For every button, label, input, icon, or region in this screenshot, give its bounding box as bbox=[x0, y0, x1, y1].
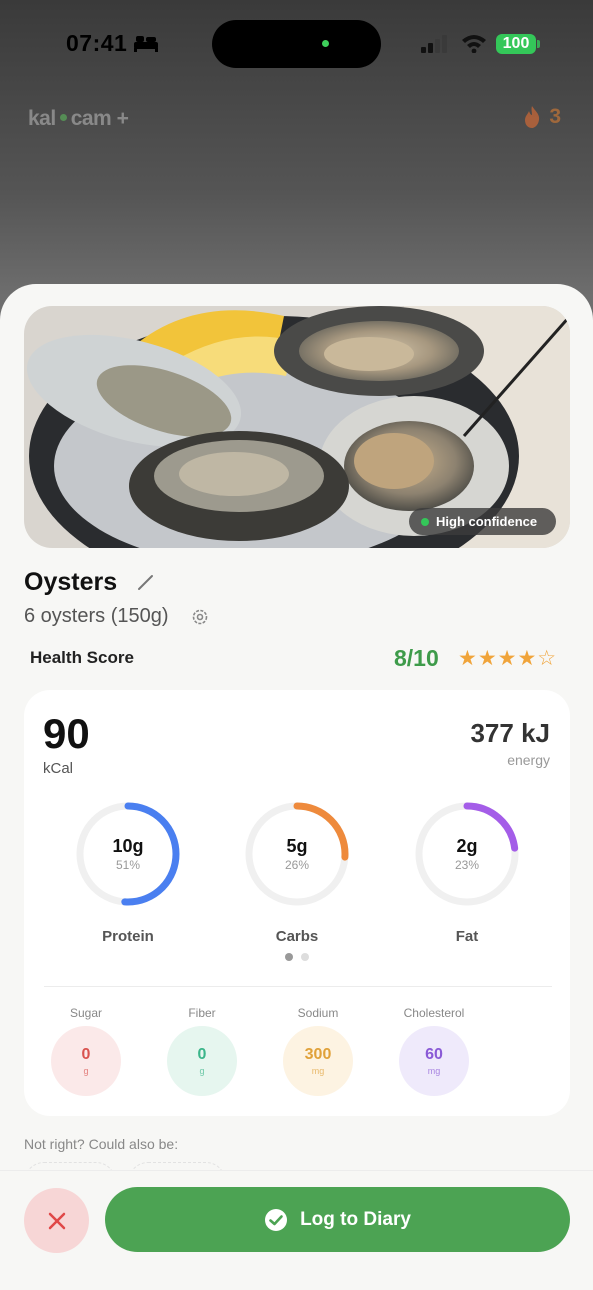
micronutrient-cholesterol: Cholesterol 60 mg bbox=[398, 1006, 470, 1096]
pencil-edit-icon[interactable] bbox=[136, 572, 156, 592]
micronutrient-badge: 60 mg bbox=[399, 1026, 469, 1096]
micronutrient-sodium: Sodium 300 mg bbox=[282, 1006, 354, 1096]
flame-icon bbox=[525, 106, 540, 128]
calories-value: 90 bbox=[43, 710, 90, 757]
log-to-diary-label: Log to Diary bbox=[300, 1208, 411, 1230]
food-name: Oysters bbox=[24, 568, 118, 596]
portion-size[interactable]: 6 oysters (150g) bbox=[24, 605, 169, 628]
micronutrient-unit: mg bbox=[427, 1066, 441, 1076]
alternatives-prompt: Not right? Could also be: bbox=[24, 1136, 179, 1152]
energy-label: energy bbox=[507, 752, 550, 768]
micronutrient-badge: 0g bbox=[51, 1026, 121, 1096]
calories-unit: kCal bbox=[43, 760, 74, 777]
micronutrient-badge: 0g bbox=[167, 1026, 237, 1096]
kilojoules-value: 377 kJ bbox=[470, 718, 550, 748]
brand-logo: kal cam + bbox=[28, 107, 129, 131]
pager-dot-2[interactable] bbox=[301, 953, 309, 961]
micronutrient-value: 60 bbox=[425, 1046, 443, 1063]
macro-value: 2g bbox=[456, 836, 478, 856]
status-bar: 07:41 100 bbox=[0, 0, 593, 90]
dismiss-button[interactable] bbox=[24, 1188, 89, 1253]
macro-value: 10g bbox=[112, 836, 144, 856]
micronutrient-unit: g bbox=[199, 1066, 205, 1076]
micronutrient-value: 0 bbox=[81, 1046, 91, 1063]
battery-indicator: 100 bbox=[496, 34, 536, 54]
macro-label: Protein bbox=[102, 928, 154, 945]
pager-dot-1[interactable] bbox=[285, 953, 293, 961]
app-header: kal cam + 3 bbox=[28, 105, 565, 135]
macro-label: Carbs bbox=[275, 928, 319, 945]
micronutrient-value: 0 bbox=[197, 1046, 207, 1063]
macro-ring-carbs: 5g 26% Carbs bbox=[243, 800, 351, 945]
rating-stars: ★★★★☆ bbox=[458, 647, 558, 670]
micronutrient-unit: g bbox=[83, 1066, 89, 1076]
confidence-dot bbox=[421, 517, 429, 526]
cellular-signal-icon bbox=[421, 35, 447, 53]
micronutrient-fiber: Fiber 0 g bbox=[166, 1006, 238, 1096]
nutrition-card: 90 kCal 377 kJ energy 10g 51% Protein 5g 26%… bbox=[24, 690, 570, 1116]
macro-ring-protein: 10g 51% Protein bbox=[74, 800, 182, 945]
gear-icon[interactable] bbox=[190, 607, 210, 627]
micronutrient-sugar: Sugar 0 g bbox=[50, 1006, 122, 1096]
macro-value: 5g bbox=[286, 836, 308, 856]
streak-count: 3 bbox=[549, 105, 561, 128]
card-divider bbox=[44, 986, 552, 987]
battery-cap bbox=[537, 40, 540, 48]
checkmark-circle-icon bbox=[265, 1208, 288, 1231]
micronutrient-label: Cholesterol bbox=[403, 1006, 465, 1020]
brand-left: kal bbox=[28, 107, 56, 130]
micronutrient-value: 300 bbox=[304, 1046, 332, 1063]
confidence-badge: High confidence bbox=[409, 508, 556, 535]
health-score-value: 8/10 bbox=[394, 645, 439, 671]
confidence-label: High confidence bbox=[436, 514, 538, 529]
log-to-diary-button[interactable]: Log to Diary bbox=[105, 1187, 570, 1252]
macro-percent: 23% bbox=[454, 858, 480, 872]
micronutrient-unit: mg bbox=[311, 1066, 325, 1076]
macro-percent: 26% bbox=[284, 858, 310, 872]
macro-ring-fat: 2g 23% Fat bbox=[413, 800, 521, 945]
streak-counter[interactable]: 3 bbox=[523, 105, 561, 129]
micronutrient-label: Fiber bbox=[188, 1006, 216, 1020]
micronutrient-label: Sodium bbox=[297, 1006, 339, 1020]
wifi-icon bbox=[462, 35, 486, 53]
micronutrient-label: Sugar bbox=[69, 1006, 103, 1020]
camera-indicator-dot bbox=[322, 40, 329, 47]
sleep-bed-icon bbox=[134, 36, 158, 52]
health-score-label: Health Score bbox=[30, 648, 134, 667]
close-icon bbox=[48, 1212, 65, 1229]
brand-right: cam + bbox=[70, 107, 129, 130]
macro-percent: 51% bbox=[115, 858, 141, 872]
brand-dot bbox=[59, 114, 67, 122]
dynamic-island bbox=[212, 20, 381, 68]
micronutrient-badge: 300 mg bbox=[283, 1026, 353, 1096]
macro-label: Fat bbox=[455, 928, 479, 945]
clock: 07:41 bbox=[66, 30, 128, 56]
